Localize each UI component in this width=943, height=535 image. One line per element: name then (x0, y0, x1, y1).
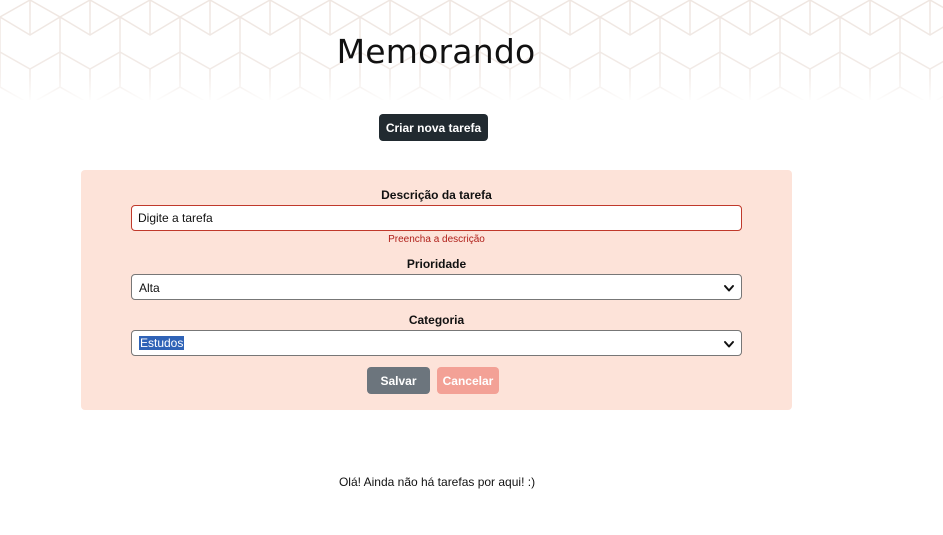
empty-tasks-message: Olá! Ainda não há tarefas por aqui! :) (338, 475, 536, 489)
save-button[interactable]: Salvar (367, 367, 430, 394)
category-label: Categoria (408, 313, 465, 327)
chevron-down-icon (724, 341, 734, 348)
category-select[interactable]: Estudos (131, 330, 742, 356)
category-selected-value: Estudos (139, 336, 185, 350)
header-banner: Memorando (0, 0, 943, 100)
description-input[interactable] (131, 205, 742, 231)
priority-label: Prioridade (406, 257, 467, 271)
chevron-down-icon (724, 285, 734, 292)
cancel-button[interactable]: Cancelar (437, 367, 499, 394)
description-error: Preencha a descrição (388, 234, 485, 245)
priority-selected-value: Alta (139, 281, 160, 295)
create-task-button[interactable]: Criar nova tarefa (379, 114, 488, 141)
description-label: Descrição da tarefa (381, 188, 492, 202)
task-form: Descrição da tarefa Preencha a descrição… (81, 170, 792, 410)
priority-select[interactable]: Alta (131, 274, 742, 300)
page-title: Memorando (336, 32, 536, 71)
